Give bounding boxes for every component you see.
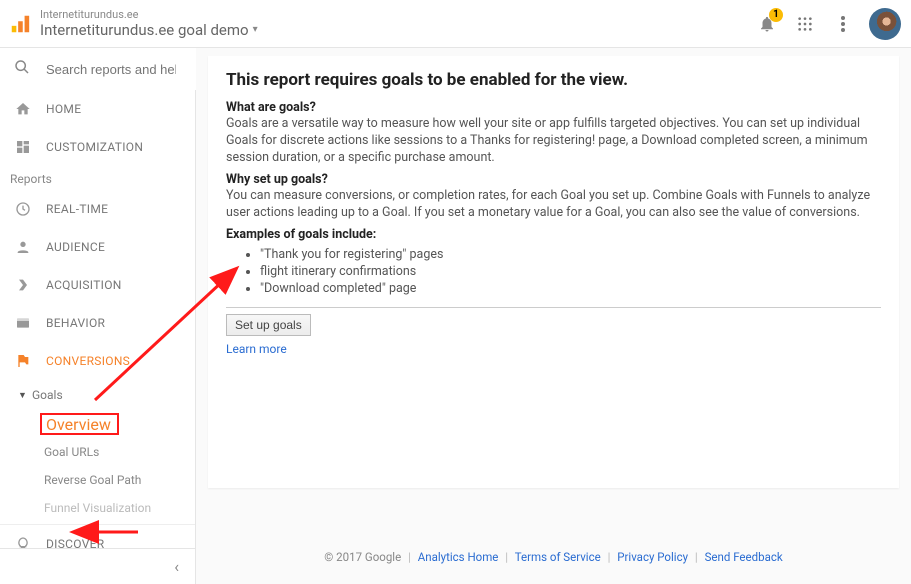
nav-goals-label: Goals bbox=[32, 388, 63, 402]
nav-customization[interactable]: CUSTOMIZATION bbox=[0, 128, 195, 166]
nav-funnel-label: Funnel Visualization bbox=[44, 501, 151, 515]
user-avatar[interactable] bbox=[869, 8, 901, 40]
text-what: Goals are a versatile way to measure how… bbox=[226, 115, 881, 166]
top-header: Internetiturundus.ee Internetiturundus.e… bbox=[0, 0, 911, 48]
nav-goal-urls[interactable]: Goal URLs bbox=[0, 438, 195, 466]
notifications-icon[interactable]: 1 bbox=[755, 12, 779, 36]
nav-goal-urls-label: Goal URLs bbox=[44, 445, 99, 459]
heading-examples: Examples of goals include: bbox=[226, 227, 881, 242]
learn-more-link[interactable]: Learn more bbox=[226, 342, 287, 356]
overview-highlight-box: Overview bbox=[40, 413, 119, 435]
example-item: "Download completed" page bbox=[260, 280, 881, 297]
caret-down-icon: ▾ bbox=[253, 21, 258, 39]
page-footer: © 2017 Google | Analytics Home | Terms o… bbox=[196, 538, 911, 584]
nav-audience-label: AUDIENCE bbox=[46, 240, 105, 254]
learn-more-row: Learn more bbox=[226, 342, 881, 356]
search-icon bbox=[14, 59, 30, 79]
nav-overview-row[interactable]: Overview bbox=[0, 410, 195, 438]
view-name-text: Internetiturundus.ee goal demo bbox=[40, 21, 249, 39]
search-row[interactable] bbox=[0, 48, 196, 90]
heading-what: What are goals? bbox=[226, 100, 881, 115]
left-sidebar: HOME CUSTOMIZATION Reports REAL-TIME AUD… bbox=[0, 48, 196, 584]
nav-funnel-visualization[interactable]: Funnel Visualization bbox=[0, 494, 195, 522]
nav-home-label: HOME bbox=[46, 102, 81, 116]
nav-customization-label: CUSTOMIZATION bbox=[46, 140, 143, 154]
text-why: You can measure conversions, or completi… bbox=[226, 187, 881, 221]
footer-feedback[interactable]: Send Feedback bbox=[705, 550, 783, 564]
more-menu-icon[interactable] bbox=[831, 12, 855, 36]
copyright-text: © 2017 Google bbox=[324, 550, 401, 564]
nav-acquisition[interactable]: ACQUISITION bbox=[0, 266, 195, 304]
ga-logo-icon bbox=[6, 10, 34, 38]
nav-conversions[interactable]: CONVERSIONS bbox=[0, 342, 195, 380]
clock-icon bbox=[14, 200, 32, 218]
setup-goals-button[interactable]: Set up goals bbox=[226, 314, 311, 336]
acquisition-icon bbox=[14, 276, 32, 294]
dashboard-icon bbox=[14, 138, 32, 156]
account-name: Internetiturundus.ee bbox=[40, 8, 258, 21]
product-switcher[interactable]: Internetiturundus.ee Internetiturundus.e… bbox=[40, 8, 258, 39]
chevron-left-icon: ‹ bbox=[174, 557, 179, 576]
example-item: flight itinerary confirmations bbox=[260, 263, 881, 280]
triangle-down-icon: ▼ bbox=[18, 390, 27, 401]
notifications-badge: 1 bbox=[769, 8, 783, 22]
report-card: This report requires goals to be enabled… bbox=[208, 56, 899, 488]
search-input[interactable] bbox=[46, 62, 176, 77]
nav-realtime[interactable]: REAL-TIME bbox=[0, 190, 195, 228]
main-area: This report requires goals to be enabled… bbox=[196, 48, 911, 584]
report-title: This report requires goals to be enabled… bbox=[226, 70, 881, 90]
nav-realtime-label: REAL-TIME bbox=[46, 202, 108, 216]
footer-terms[interactable]: Terms of Service bbox=[515, 550, 601, 564]
view-name: Internetiturundus.ee goal demo ▾ bbox=[40, 21, 258, 39]
nav-overview-label: Overview bbox=[46, 415, 111, 434]
nav-behavior[interactable]: BEHAVIOR bbox=[0, 304, 195, 342]
footer-privacy[interactable]: Privacy Policy bbox=[617, 550, 688, 564]
flag-icon bbox=[14, 352, 32, 370]
nav-goals[interactable]: ▼ Goals bbox=[0, 380, 195, 410]
home-icon bbox=[14, 100, 32, 118]
nav-behavior-label: BEHAVIOR bbox=[46, 316, 105, 330]
nav-reverse-goal-path[interactable]: Reverse Goal Path bbox=[0, 466, 195, 494]
nav-conversions-label: CONVERSIONS bbox=[46, 354, 130, 368]
nav-reverse-goal-path-label: Reverse Goal Path bbox=[44, 473, 141, 487]
nav-home[interactable]: HOME bbox=[0, 90, 195, 128]
person-icon bbox=[14, 238, 32, 256]
example-item: "Thank you for registering" pages bbox=[260, 246, 881, 263]
reports-section-label: Reports bbox=[0, 166, 195, 190]
collapse-sidebar-button[interactable]: ‹ bbox=[0, 548, 196, 584]
behavior-icon bbox=[14, 314, 32, 332]
nav-audience[interactable]: AUDIENCE bbox=[0, 228, 195, 266]
footer-analytics-home[interactable]: Analytics Home bbox=[418, 550, 499, 564]
examples-list: "Thank you for registering" pages flight… bbox=[260, 246, 881, 297]
nav-acquisition-label: ACQUISITION bbox=[46, 278, 122, 292]
heading-why: Why set up goals? bbox=[226, 172, 881, 187]
app-launcher-icon[interactable] bbox=[793, 12, 817, 36]
